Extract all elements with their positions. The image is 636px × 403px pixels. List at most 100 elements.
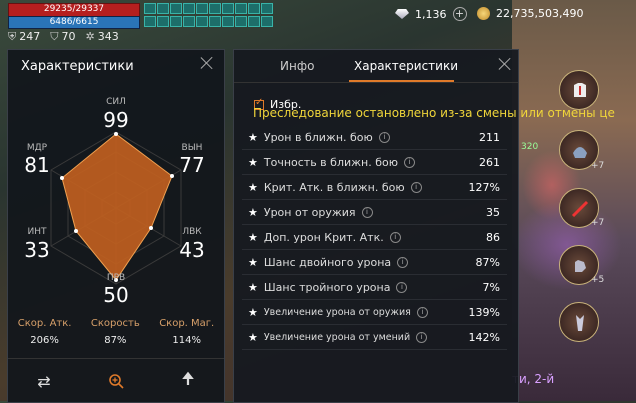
close-icon[interactable] [498, 57, 512, 71]
gem-count: 1,136 [415, 7, 447, 21]
list-item[interactable]: ★ Шанс двойного урона i 87% [242, 250, 507, 275]
buff-icon[interactable] [170, 15, 182, 27]
info-icon[interactable]: i [396, 281, 408, 293]
damage-number: 320 [521, 142, 539, 152]
buff-icon[interactable] [183, 15, 195, 27]
stat-value: 139% [468, 305, 500, 319]
buff-icon[interactable] [209, 3, 221, 14]
equip-slot-armor[interactable] [559, 70, 599, 110]
info-icon[interactable]: i [410, 181, 422, 193]
boots-icon [576, 315, 584, 331]
attack-speed: Скор. Атк. 206% [18, 318, 72, 346]
tab-stats[interactable]: Характеристики [354, 59, 458, 73]
buff-icon[interactable] [170, 3, 182, 14]
info-icon[interactable]: i [389, 231, 401, 243]
vit-label: ВЫН [181, 143, 203, 153]
star-icon[interactable]: ★ [248, 281, 258, 294]
star-icon[interactable]: ★ [248, 181, 258, 194]
buff-bar[interactable] [144, 3, 273, 27]
buff-icon[interactable] [157, 15, 169, 27]
tab-info[interactable]: Инфо [280, 59, 314, 73]
hud-stats: ⛨ 247 ⛉ 70 ✲ 343 [8, 30, 119, 44]
str-value: 99 [103, 108, 129, 132]
star-icon[interactable]: ★ [248, 206, 258, 219]
panel-footer: ⇄ 🠉 [8, 358, 224, 403]
list-item[interactable]: ★ Крит. Атк. в ближн. бою i 127% [242, 175, 507, 200]
info-icon[interactable]: i [416, 306, 428, 318]
stat-value: 86 [486, 230, 500, 244]
enhance-level: +5 [591, 275, 605, 285]
buff-icon[interactable] [222, 3, 234, 14]
info-icon[interactable]: i [397, 256, 409, 268]
buff-icon[interactable] [261, 15, 273, 27]
list-item[interactable]: ★ Урон в ближн. бою i 211 [242, 125, 507, 150]
swap-button[interactable]: ⇄ [32, 369, 56, 393]
wis-label: МДР [26, 143, 48, 153]
buff-icon[interactable] [157, 3, 169, 14]
stat-value: 87% [475, 255, 500, 269]
helmet-icon [573, 147, 587, 158]
defense-stat: ⛨ 247 [8, 30, 40, 44]
cast-speed-label: Скор. Маг. [159, 318, 215, 329]
buff-icon[interactable] [196, 3, 208, 14]
star-icon[interactable]: ★ [248, 156, 258, 169]
list-item[interactable]: ★ Увеличение урона от оружия i 139% [242, 300, 507, 325]
active-tab-indicator [349, 80, 454, 82]
upgrade-button[interactable]: 🠉 [176, 369, 200, 393]
buff-icon[interactable] [209, 15, 221, 27]
arrow-up-icon: 🠉 [181, 368, 195, 388]
int-value: 33 [24, 238, 50, 262]
star-icon[interactable]: ★ [248, 331, 258, 344]
cast-speed: Скор. Маг. 114% [159, 318, 214, 346]
stat-name: Точность в ближн. бою [263, 155, 398, 169]
info-icon[interactable]: i [404, 156, 415, 168]
buff-icon[interactable] [144, 3, 156, 14]
per-label: ПРВ [106, 273, 126, 283]
stat-name: Крит. Атк. в ближн. бою [263, 180, 405, 194]
stat-value: 142% [468, 330, 500, 344]
star-icon[interactable]: ★ [248, 306, 258, 319]
per-value: 50 [103, 283, 129, 307]
star-icon[interactable]: ★ [248, 231, 258, 244]
move-speed: Скорость 87% [91, 318, 140, 346]
list-item[interactable]: ★ Урон от оружия i 35 [242, 200, 507, 225]
close-icon[interactable] [200, 56, 214, 70]
enhance-level: +7 [591, 218, 605, 228]
int-label: ИНТ [27, 227, 47, 237]
dex-label: ЛВК [182, 227, 202, 237]
cast-speed-value: 114% [172, 335, 201, 346]
coin-icon [477, 7, 490, 20]
stat-value: 261 [479, 155, 500, 169]
stat-name: Урон от оружия [263, 205, 356, 219]
star-icon[interactable]: ★ [248, 131, 258, 144]
power-value: 343 [97, 30, 119, 43]
add-gems-button[interactable]: + [452, 7, 467, 21]
info-icon[interactable]: i [416, 331, 428, 343]
radar-point [74, 229, 78, 233]
move-speed-label: Скорость [90, 318, 140, 329]
star-icon[interactable]: ★ [248, 256, 258, 269]
equip-slot-boots[interactable] [559, 302, 599, 342]
gauntlet-icon [575, 260, 586, 272]
gem-currency: 1,136 + [395, 7, 467, 21]
info-icon[interactable]: i [378, 131, 390, 143]
buff-icon[interactable] [248, 15, 260, 27]
list-item[interactable]: ★ Доп. урон Крит. Атк. i 86 [242, 225, 507, 250]
buff-icon[interactable] [196, 15, 208, 27]
stat-value: 211 [479, 130, 500, 144]
list-item[interactable]: ★ Увеличение урона от умений i 142% [242, 325, 507, 350]
buff-icon[interactable] [144, 15, 156, 27]
buff-icon[interactable] [183, 3, 195, 14]
list-item[interactable]: ★ Точность в ближн. бою i 261 [242, 150, 507, 175]
defense-value: 247 [19, 30, 41, 43]
zoom-button[interactable] [104, 369, 128, 393]
power-stat: ✲ 343 [86, 30, 119, 44]
buff-icon[interactable] [248, 3, 260, 14]
buff-icon[interactable] [222, 15, 234, 27]
stat-name: Увеличение урона от оружия [263, 306, 411, 318]
info-icon[interactable]: i [361, 206, 373, 218]
buff-icon[interactable] [235, 15, 247, 27]
buff-icon[interactable] [235, 3, 247, 14]
buff-icon[interactable] [261, 3, 273, 14]
list-item[interactable]: ★ Шанс тройного урона i 7% [242, 275, 507, 300]
